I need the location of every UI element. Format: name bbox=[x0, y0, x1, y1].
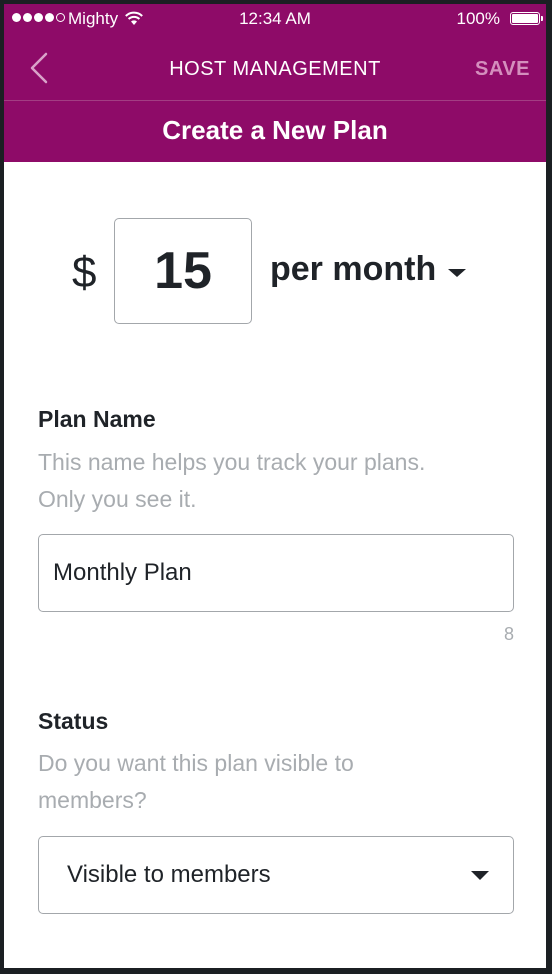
phone-screen: Mighty 12:34 AM 100% HOST MANAGEMENT SAV… bbox=[4, 4, 546, 968]
status-selected-value: Visible to members bbox=[67, 861, 271, 888]
billing-period-label: per month bbox=[270, 250, 437, 288]
status-label: Status bbox=[38, 708, 109, 734]
caret-down-icon bbox=[471, 871, 489, 880]
nav-title: HOST MANAGEMENT bbox=[169, 58, 381, 80]
battery-tip bbox=[541, 16, 543, 21]
status-select[interactable]: Visible to members bbox=[38, 836, 514, 914]
plan-name-label: Plan Name bbox=[38, 406, 156, 432]
status-bar: Mighty 12:34 AM 100% bbox=[4, 4, 546, 34]
status-help-line1: Do you want this plan visible to bbox=[38, 750, 354, 776]
plan-name-help-line1: This name helps you track your plans. bbox=[38, 449, 426, 475]
page-header: Create a New Plan bbox=[4, 100, 546, 162]
price-amount-input[interactable]: 15 bbox=[114, 218, 252, 324]
plan-name-input[interactable]: Monthly Plan bbox=[38, 534, 514, 612]
character-count: 8 bbox=[503, 624, 514, 644]
currency-symbol: $ bbox=[72, 248, 97, 297]
battery-percentage: 100% bbox=[456, 9, 500, 28]
caret-down-icon bbox=[448, 268, 467, 277]
page-title: Create a New Plan bbox=[162, 115, 388, 145]
status-help-line2: members? bbox=[38, 787, 147, 813]
plan-name-help-line2: Only you see it. bbox=[38, 486, 197, 512]
save-button[interactable]: SAVE bbox=[475, 58, 530, 81]
billing-period-dropdown[interactable]: per month bbox=[270, 250, 467, 289]
battery-icon bbox=[510, 12, 540, 25]
navigation-bar: HOST MANAGEMENT SAVE bbox=[4, 34, 546, 100]
